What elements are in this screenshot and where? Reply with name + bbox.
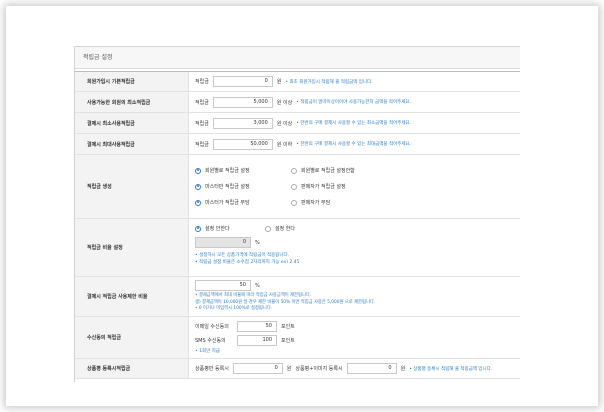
row-label: 적립금 비율 설정	[75, 219, 189, 276]
field-prefix: 적립금	[195, 99, 209, 106]
help-text: • 1회만 지급	[195, 349, 220, 354]
radio-button[interactable]	[291, 199, 297, 206]
radio-button[interactable]	[195, 225, 201, 232]
help-text: • 상품평 등록시 적립해 줄 적립금액 입니다.	[409, 366, 493, 372]
row-min-available-points: 사용가능한 회원의 최소적립금 적립금 5,000 원 이상 • 적립금이 얼마…	[75, 92, 520, 113]
unit-label: 원 이상	[276, 99, 293, 106]
help-text: • 한번의 구매 결제시 사용할 수 있는 최소금액을 적어주세요.	[296, 121, 412, 126]
sms-consent-points-input[interactable]: 100	[237, 335, 277, 346]
min-use-points-input[interactable]: 3,000	[212, 117, 273, 129]
radio-label: 마스터가 적립금 부담	[205, 200, 250, 206]
radio-label: 판매자가 적립금 설정	[301, 184, 346, 190]
row-min-use-points: 결제시 최소사용적립금 적립금 3,000 원 이상 • 한번의 구매 결제시 …	[75, 113, 520, 134]
help-text: • 한번의 구매 결제시 사용할 수 있는 최대금액을 적어주세요.	[296, 142, 412, 147]
min-available-points-input[interactable]: 5,000	[212, 96, 273, 108]
unit-label: 원	[276, 79, 282, 85]
field-prefix: 적립금	[195, 141, 209, 148]
radio-label: 회원별로 적립금 설정	[205, 168, 250, 174]
radio-label: 회원별로 적립금 설정안함	[301, 168, 355, 174]
row-review-points: 상품평 등록시적립금 상품평만 등록시 0 원 상품평+이미지 등록시 0 원 …	[75, 359, 520, 379]
signup-points-input[interactable]: 0	[212, 76, 273, 87]
field-prefix: 상품평+이미지 등록시	[295, 366, 343, 372]
unit-label: %	[255, 282, 260, 289]
unit-label: 원 이하	[276, 141, 293, 148]
radio-option[interactable]: 회원별로 적립금 설정	[195, 167, 291, 174]
radio-button[interactable]	[195, 199, 201, 206]
points-ratio-input[interactable]: 0	[195, 237, 251, 248]
radio-option[interactable]: 설정 한다	[265, 225, 295, 232]
radio-option[interactable]: 판매자가 부담	[291, 199, 401, 206]
radio-button[interactable]	[195, 167, 201, 174]
radio-label: 마스터만 적립금 설정	[205, 184, 250, 190]
radio-option[interactable]: 판매자가 적립금 설정	[291, 183, 401, 190]
radio-option[interactable]: 마스터가 적립금 부담	[195, 199, 291, 206]
radio-button[interactable]	[291, 167, 297, 174]
radio-option[interactable]: 회원별로 적립금 설정안함	[291, 167, 401, 174]
radio-button[interactable]	[195, 183, 201, 190]
field-prefix: 상품평만 등록시	[195, 366, 229, 372]
row-label: 회원가입시 기본적립금	[75, 72, 189, 91]
row-label: 사용가능한 회원의 최소적립금	[75, 92, 189, 112]
row-points-ratio: 적립금 비율 설정 설정 안한다 설정 한다 0 % • 설정하시 모든 상품가…	[75, 219, 520, 277]
radio-option[interactable]: 마스터만 적립금 설정	[195, 183, 291, 190]
row-label: 결제시 적립금 사용제한 비율	[75, 277, 189, 316]
help-text: • 0 이거나 미입력시 100%로 설정됩니다.	[195, 306, 273, 311]
radio-button[interactable]	[291, 183, 297, 190]
field-prefix: 적립금	[195, 79, 209, 85]
field-prefix: 이메일 수신동의	[195, 324, 229, 330]
row-consent-points: 수신동의 적립금 이메일 수신동의 50 포인트 SMS 수신동의 100 포인…	[75, 317, 520, 359]
use-limit-ratio-input[interactable]: 50	[195, 280, 251, 291]
row-label: 결제시 최소사용적립금	[75, 113, 189, 133]
row-signup-points: 회원가입시 기본적립금 적립금 0 원 • 최초 회원가입시 적립해 줄 적립금…	[75, 72, 520, 92]
unit-label: 원 이상	[276, 120, 293, 127]
row-max-use-points: 결제시 최대사용적립금 적립금 50,000 원 이하 • 한번의 구매 결제시…	[75, 134, 520, 155]
row-points-method: 적립금 생성 회원별로 적립금 설정 회원별로 적립금 설정안함 마스터만 적립…	[75, 155, 520, 219]
unit-label: 원	[400, 366, 406, 372]
review-points-input[interactable]: 0	[232, 363, 283, 374]
points-settings-panel: 적립금 설정 회원가입시 기본적립금 적립금 0 원 • 최초 회원가입시 적립…	[74, 46, 520, 382]
row-use-limit-ratio: 결제시 적립금 사용제한 비율 50 % • 결제금액에서 최대 비율에 따라 …	[75, 277, 520, 317]
help-text: • 최초 회원가입시 적립해 줄 적립금액 입니다.	[285, 79, 373, 85]
radio-label: 판매자가 부담	[301, 200, 331, 206]
max-use-points-input[interactable]: 50,000	[212, 138, 273, 150]
panel-title: 적립금 설정	[75, 47, 520, 69]
field-prefix: 적립금	[195, 120, 209, 127]
help-text: • 적립금 설정 비율은 소수점 2자리까지 가능 ex) 2.45	[195, 260, 300, 265]
radio-label: 설정 한다	[275, 226, 295, 232]
radio-option[interactable]: 설정 안한다	[195, 225, 265, 232]
unit-label: 포인트	[281, 338, 295, 344]
radio-label: 설정 안한다	[205, 226, 230, 232]
radio-button[interactable]	[265, 225, 271, 232]
unit-label: %	[255, 239, 260, 246]
window-frame: 적립금 설정 회원가입시 기본적립금 적립금 0 원 • 최초 회원가입시 적립…	[6, 6, 598, 406]
help-text: • 설정하시 모든 상품가격에 적립금이 적용됩니다.	[195, 253, 290, 258]
row-label: 상품평 등록시적립금	[75, 359, 189, 378]
field-prefix: SMS 수신동의	[195, 338, 226, 344]
unit-label: 포인트	[281, 324, 295, 330]
email-consent-points-input[interactable]: 50	[237, 321, 277, 332]
photo-review-points-input[interactable]: 0	[346, 363, 397, 374]
help-text: • 적립금이 얼마이상이어야 사용가능한지 금액을 적어주세요.	[296, 100, 411, 105]
row-label: 결제시 최대사용적립금	[75, 134, 189, 154]
row-label: 적립금 생성	[75, 155, 189, 218]
row-label: 수신동의 적립금	[75, 317, 189, 358]
unit-label: 원	[286, 366, 292, 372]
